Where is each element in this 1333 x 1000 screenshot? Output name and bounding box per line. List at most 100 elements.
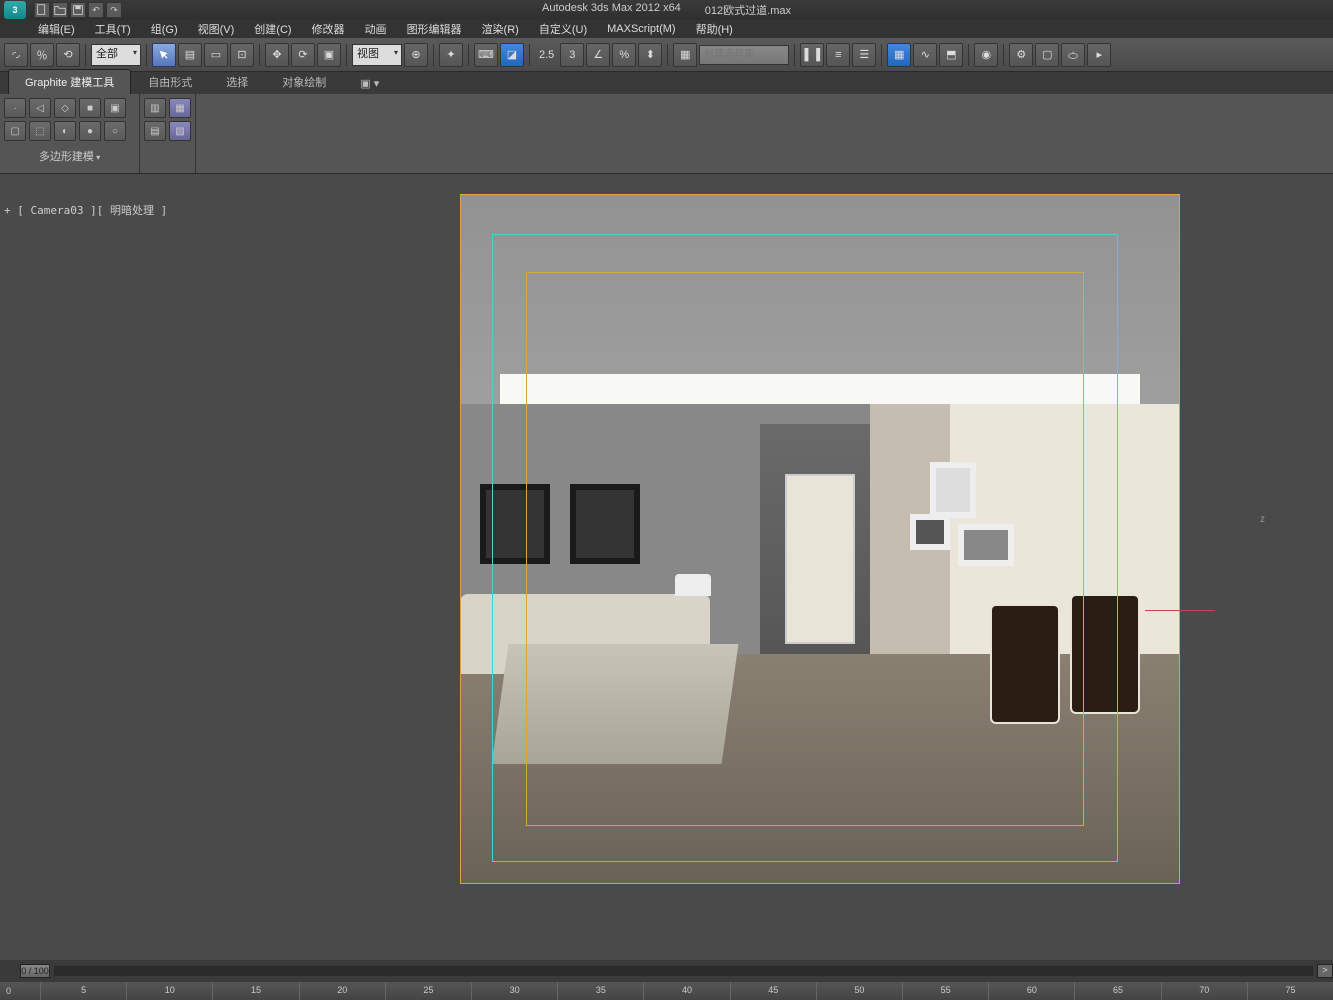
file-name: 012欧式过道.max	[705, 2, 791, 18]
menu-create[interactable]: 创建(C)	[244, 19, 301, 39]
material-editor-button[interactable]: ◉	[974, 43, 998, 67]
percent-snap-button[interactable]: %	[612, 43, 636, 67]
angle-snap-button[interactable]: ∠	[586, 43, 610, 67]
rp-poly-button[interactable]: ■	[79, 98, 101, 118]
ruler-mark: 70	[1161, 982, 1247, 1000]
menu-edit[interactable]: 编辑(E)	[28, 19, 85, 39]
scale-button[interactable]: ▣	[317, 43, 341, 67]
tab-freeform[interactable]: 自由形式	[131, 69, 209, 94]
tab-graphite[interactable]: Graphite 建模工具	[8, 69, 131, 94]
window-crossing-button[interactable]: ⊡	[230, 43, 254, 67]
timeline-end-button[interactable]: >	[1317, 964, 1333, 978]
rp-element-button[interactable]: ▣	[104, 98, 126, 118]
rp-vertex-button[interactable]: ∙	[4, 98, 26, 118]
keyboard-shortcut-button[interactable]: ⌨	[474, 43, 498, 67]
rp-btn-a[interactable]: ▢	[4, 121, 26, 141]
menu-view[interactable]: 视图(V)	[188, 19, 245, 39]
ruler-mark: 30	[471, 982, 557, 1000]
ref-coord-dropdown[interactable]: 视图	[352, 44, 402, 66]
time-ruler[interactable]: 0 5 10 15 20 25 30 35 40 45 50 55 60 65 …	[0, 982, 1333, 1000]
time-slider[interactable]: 0 / 100 >	[0, 960, 1333, 982]
rp-modifier-c[interactable]: ▤	[144, 121, 166, 141]
pivot-button[interactable]: ⊕	[404, 43, 428, 67]
viewport[interactable]: + [ Camera03 ][ 明暗处理 ] z	[0, 194, 1269, 960]
qat-redo-button[interactable]: ↷	[106, 2, 122, 18]
schematic-button[interactable]: ⬒	[939, 43, 963, 67]
unlink-button[interactable]: ％	[30, 43, 54, 67]
rp-modifier-b[interactable]: ▦	[169, 98, 191, 118]
render-prod-button[interactable]: ▸	[1087, 43, 1111, 67]
title-text: Autodesk 3ds Max 2012 x64 012欧式过道.max	[542, 2, 791, 18]
link-button[interactable]	[4, 43, 28, 67]
menu-group[interactable]: 组(G)	[141, 19, 188, 39]
tab-selection[interactable]: 选择	[209, 69, 265, 94]
frame-slider[interactable]: 0 / 100	[20, 964, 50, 978]
move-button[interactable]: ✥	[265, 43, 289, 67]
menu-render[interactable]: 渲染(R)	[472, 19, 529, 39]
rp-modifier-a[interactable]: ▥	[144, 98, 166, 118]
viewport-label[interactable]: + [ Camera03 ][ 明暗处理 ]	[4, 202, 167, 218]
snap-3d-button[interactable]: 3	[560, 43, 584, 67]
axis-x-line	[1145, 610, 1215, 611]
rp-btn-c[interactable]: ◐	[54, 121, 76, 141]
edit-named-button[interactable]: ▦	[673, 43, 697, 67]
menu-bar: 编辑(E) 工具(T) 组(G) 视图(V) 创建(C) 修改器 动画 图形编辑…	[0, 20, 1333, 38]
rp-btn-e[interactable]: ○	[104, 121, 126, 141]
select-region-button[interactable]: ▭	[204, 43, 228, 67]
rp-btn-d[interactable]: ●	[79, 121, 101, 141]
render-button[interactable]	[1061, 43, 1085, 67]
ribbon-expand-button[interactable]: ▣ ▾	[343, 72, 396, 94]
menu-maxscript[interactable]: MAXScript(M)	[597, 21, 685, 37]
ribbon-panel: ∙ ◁ ◇ ■ ▣ ▢ ⬚ ◐ ● ○ 多边形建模 ▥ ▦ ▤ ▧	[0, 94, 1333, 174]
ruler-mark: 45	[730, 982, 816, 1000]
manipulate-button[interactable]: ✦	[439, 43, 463, 67]
menu-modifiers[interactable]: 修改器	[302, 19, 355, 39]
mirror-button[interactable]: ▌▐	[800, 43, 824, 67]
tab-objectpaint[interactable]: 对象绘制	[265, 69, 343, 94]
selection-filter-dropdown[interactable]: 全部	[91, 44, 141, 66]
qat-undo-button[interactable]: ↶	[88, 2, 104, 18]
ruler-mark: 10	[126, 982, 212, 1000]
curve-editor-button[interactable]: ∿	[913, 43, 937, 67]
qat-new-button[interactable]	[34, 2, 50, 18]
app-icon[interactable]: 3	[4, 1, 26, 19]
rotate-button[interactable]: ⟳	[291, 43, 315, 67]
select-button[interactable]	[152, 43, 176, 67]
command-panel-strip[interactable]	[1269, 194, 1333, 960]
rp-edge-button[interactable]: ◁	[29, 98, 51, 118]
named-selection-input[interactable]	[699, 45, 789, 65]
ruler-mark-0: 0	[0, 986, 40, 996]
menu-grapheditors[interactable]: 图形编辑器	[397, 19, 472, 39]
qat-open-button[interactable]	[52, 2, 68, 18]
rp-modifier-d[interactable]: ▧	[169, 121, 191, 141]
ruler-mark: 25	[385, 982, 471, 1000]
ruler-mark: 50	[816, 982, 902, 1000]
menu-tools[interactable]: 工具(T)	[85, 19, 141, 39]
ribbon-group-label[interactable]: 多边形建模	[4, 144, 135, 164]
quick-access-toolbar: ↶ ↷	[34, 2, 122, 18]
ruler-mark: 40	[643, 982, 729, 1000]
ruler-mark: 5	[40, 982, 126, 1000]
ruler-mark: 35	[557, 982, 643, 1000]
menu-help[interactable]: 帮助(H)	[686, 19, 743, 39]
rp-border-button[interactable]: ◇	[54, 98, 76, 118]
rp-btn-b[interactable]: ⬚	[29, 121, 51, 141]
render-frame-button[interactable]: ▢	[1035, 43, 1059, 67]
layers-button[interactable]: ☰	[852, 43, 876, 67]
ruler-mark: 75	[1247, 982, 1333, 1000]
snap-toggle-button[interactable]: ◪	[500, 43, 524, 67]
qat-save-button[interactable]	[70, 2, 86, 18]
ruler-mark: 55	[902, 982, 988, 1000]
timeline-track[interactable]	[54, 966, 1313, 976]
render-setup-button[interactable]: ⚙	[1009, 43, 1033, 67]
select-name-button[interactable]: ▤	[178, 43, 202, 67]
graphite-toggle-button[interactable]: ▦	[887, 43, 911, 67]
ruler-mark: 60	[988, 982, 1074, 1000]
spinner-value: 2.5	[535, 49, 558, 61]
spinner-snap-button[interactable]: ⬍	[638, 43, 662, 67]
align-button[interactable]: ≡	[826, 43, 850, 67]
menu-customize[interactable]: 自定义(U)	[529, 19, 597, 39]
bind-button[interactable]: ⟲	[56, 43, 80, 67]
menu-animation[interactable]: 动画	[355, 19, 397, 39]
scene-render	[460, 194, 1180, 884]
